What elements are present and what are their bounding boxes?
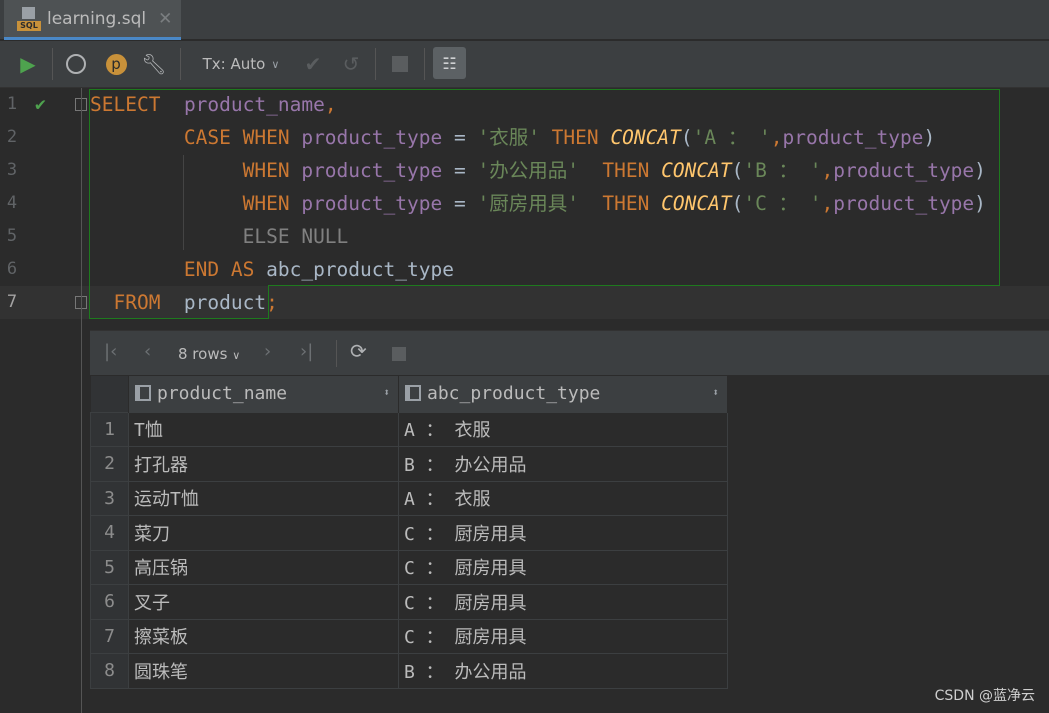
- column-header-product-name[interactable]: product_name ⬍: [128, 376, 399, 412]
- rollback-icon[interactable]: ↺: [338, 49, 364, 79]
- run-icon[interactable]: ▶: [14, 49, 42, 79]
- close-icon[interactable]: ✕: [158, 9, 172, 29]
- table-cell[interactable]: C ： 厨房用具: [398, 584, 728, 620]
- profile-icon[interactable]: p: [102, 49, 130, 79]
- results-toolbar: |‹ ‹ 8 rows ∨ › ›| ⟳: [90, 331, 1049, 376]
- watermark: CSDN @蓝净云: [934, 688, 1035, 704]
- table-row[interactable]: 2 打孔器 B ： 办公用品: [90, 446, 728, 482]
- line-number: 2: [6, 127, 18, 147]
- table-row[interactable]: 6 叉子 C ： 厨房用具: [90, 584, 728, 620]
- results-table: product_name ⬍ abc_product_type ⬍ 1 T恤 A ： 衣…: [90, 376, 728, 689]
- table-cell[interactable]: C ： 厨房用具: [398, 618, 728, 654]
- tx-mode-dropdown[interactable]: Tx: Auto ∨: [196, 49, 286, 79]
- gutter-divider: [81, 88, 82, 713]
- row-number: 7: [90, 618, 129, 654]
- table-cell[interactable]: T恤: [128, 411, 399, 447]
- refresh-icon[interactable]: ⟳: [350, 339, 367, 363]
- line-number: 3: [6, 160, 18, 180]
- wrench-icon[interactable]: 🔧︎: [140, 49, 168, 79]
- table-cell[interactable]: B ： 办公用品: [398, 446, 728, 482]
- table-row[interactable]: 5 高压锅 C ： 厨房用具: [90, 549, 728, 585]
- table-cell[interactable]: A ： 衣服: [398, 411, 728, 447]
- line-number: 1: [6, 94, 18, 114]
- row-number: 5: [90, 549, 129, 585]
- last-page-icon[interactable]: ›|: [300, 341, 313, 362]
- table-row[interactable]: 8 圆珠笔 B ： 办公用品: [90, 653, 728, 689]
- table-cell[interactable]: A ： 衣服: [398, 480, 728, 516]
- table-cell[interactable]: 菜刀: [128, 515, 399, 551]
- row-number: 2: [90, 446, 129, 482]
- row-number: 1: [90, 411, 129, 447]
- table-cell[interactable]: C ： 厨房用具: [398, 515, 728, 551]
- sort-icon[interactable]: ⬍: [712, 386, 719, 399]
- row-number: 6: [90, 584, 129, 620]
- stop-icon[interactable]: [388, 49, 412, 79]
- history-icon[interactable]: [62, 49, 90, 79]
- results-panel: |‹ ‹ 8 rows ∨ › ›| ⟳ product_name ⬍ abc_p…: [90, 330, 1049, 713]
- table-cell[interactable]: C ： 厨房用具: [398, 549, 728, 585]
- table-cell[interactable]: 高压锅: [128, 549, 399, 585]
- table-cell[interactable]: 擦菜板: [128, 618, 399, 654]
- success-check-icon: ✔: [35, 94, 46, 115]
- commit-icon[interactable]: ✔: [300, 49, 326, 79]
- previous-page-icon[interactable]: ‹: [144, 341, 151, 362]
- table-cell[interactable]: B ： 办公用品: [398, 653, 728, 689]
- column-header-abc-product-type[interactable]: abc_product_type ⬍: [398, 376, 728, 412]
- tab-bar: SQL learning.sql ✕: [0, 0, 1049, 40]
- table-row[interactable]: 7 擦菜板 C ： 厨房用具: [90, 618, 728, 654]
- stop-query-icon[interactable]: [392, 347, 406, 361]
- line-number: 5: [6, 226, 18, 246]
- rows-count-dropdown[interactable]: 8 rows ∨: [178, 345, 240, 363]
- column-icon: [135, 385, 151, 402]
- column-icon: [405, 385, 421, 402]
- next-page-icon[interactable]: ›: [264, 341, 271, 362]
- statement-highlight-edge: [268, 285, 1000, 286]
- first-page-icon[interactable]: |‹: [104, 341, 117, 362]
- statement-highlight: [89, 89, 1000, 286]
- editor-toolbar: ▶ p 🔧︎ Tx: Auto ∨ ✔ ↺ ☷: [0, 41, 1049, 88]
- statement-highlight-bottom: [89, 285, 269, 319]
- tab-learning-sql[interactable]: SQL learning.sql ✕: [4, 0, 181, 40]
- statement-highlight-right: [999, 89, 1000, 286]
- line-number: 4: [6, 193, 18, 213]
- line-number: 7: [6, 292, 18, 312]
- table-cell[interactable]: 运动T恤: [128, 480, 399, 516]
- table-row[interactable]: 3 运动T恤 A ： 衣服: [90, 480, 728, 516]
- table-row[interactable]: 1 T恤 A ： 衣服: [90, 411, 728, 447]
- table-cell[interactable]: 叉子: [128, 584, 399, 620]
- table-cell[interactable]: 打孔器: [128, 446, 399, 482]
- sql-file-icon: SQL: [17, 6, 41, 31]
- tab-title: learning.sql: [47, 8, 147, 29]
- table-row[interactable]: 4 菜刀 C ： 厨房用具: [90, 515, 728, 551]
- line-number: 6: [6, 259, 18, 279]
- row-number: 4: [90, 515, 129, 551]
- table-cell[interactable]: 圆珠笔: [128, 653, 399, 689]
- row-number-header: [90, 376, 129, 412]
- sort-icon[interactable]: ⬍: [383, 386, 390, 399]
- row-number: 3: [90, 480, 129, 516]
- row-number: 8: [90, 653, 129, 689]
- output-layout-icon[interactable]: ☷: [433, 47, 466, 79]
